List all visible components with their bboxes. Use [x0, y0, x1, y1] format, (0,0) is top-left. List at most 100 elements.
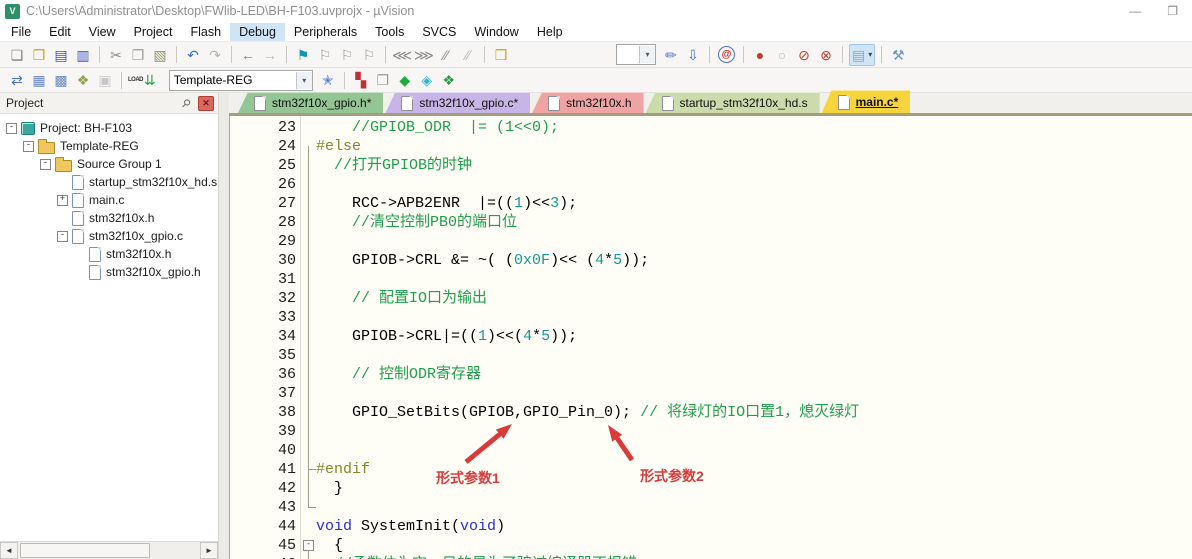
code-line[interactable]: 46 //函数体为空，目的是为了骗过编译器不报错	[230, 555, 1192, 559]
toolbar-separator	[286, 46, 287, 63]
menu-view[interactable]: View	[80, 23, 125, 41]
scrollbar-thumb[interactable]	[20, 543, 150, 558]
tab-startup_stm32f10x_hd-s[interactable]: startup_stm32f10x_hd.s	[645, 92, 820, 113]
menu-edit[interactable]: Edit	[40, 23, 80, 41]
tree-item[interactable]: stm32f10x_gpio.h	[0, 263, 218, 281]
menu-window[interactable]: Window	[465, 23, 527, 41]
configure-tools-icon[interactable]: ⚒	[888, 45, 908, 65]
save-file-icon[interactable]: ▤	[51, 45, 71, 65]
window-views-icon[interactable]: ▤ ▾	[849, 43, 876, 66]
toggle-bookmark-icon[interactable]: ⚑	[293, 45, 313, 65]
undo-icon[interactable]: ↶	[183, 45, 203, 65]
code-editor[interactable]: 23 //GPIOB_ODR |= (1<<0); 24 #else 25 //打开G…	[229, 116, 1192, 559]
tree-item[interactable]: - Template-REG	[0, 137, 218, 155]
next-bookmark-icon[interactable]: ⚐	[337, 45, 357, 65]
manage-functions-icon[interactable]: ◆	[395, 70, 415, 90]
cut-icon[interactable]: ✂	[106, 45, 126, 65]
indent-right-icon[interactable]: ⋙	[414, 45, 434, 65]
restore-button[interactable]: ❐	[1167, 0, 1178, 22]
tree-item-label[interactable]: Source Group 1	[77, 157, 162, 171]
tab-main-c[interactable]: main.c*	[821, 90, 911, 113]
tree-item[interactable]: stm32f10x.h	[0, 245, 218, 263]
tree-item[interactable]: - Source Group 1	[0, 155, 218, 173]
tab-stm32f10x_gpio-h[interactable]: stm32f10x_gpio.h*	[238, 92, 384, 113]
collapse-icon[interactable]: -	[23, 140, 34, 152]
chevron-down-icon[interactable]: ▾	[295, 71, 312, 89]
load-flash-icon[interactable]: LOAD ⇊	[128, 70, 156, 90]
find-icon[interactable]: ⇩	[683, 45, 703, 65]
tab-stm32f10x_gpio-c[interactable]: stm32f10x_gpio.c*	[385, 92, 531, 113]
configure-editor-icon[interactable]: ❒	[491, 45, 511, 65]
clear-bookmarks-icon[interactable]: ⚐	[359, 45, 379, 65]
minimize-button[interactable]: —	[1129, 0, 1141, 22]
tree-item-label[interactable]: Project: BH-F103	[40, 121, 132, 135]
tree-item-label[interactable]: stm32f10x_gpio.c	[89, 229, 183, 243]
rebuild-all-icon[interactable]: ▩	[51, 70, 71, 90]
disable-all-breakpoints-icon[interactable]: ⊘	[794, 45, 814, 65]
redo-icon[interactable]: ↷	[205, 45, 225, 65]
tree-item-label[interactable]: startup_stm32f10x_hd.s	[89, 175, 217, 189]
horizontal-scrollbar[interactable]: ◄ ►	[0, 541, 218, 559]
open-file-icon[interactable]: ❒	[29, 45, 49, 65]
collapse-icon[interactable]: -	[57, 230, 68, 242]
tree-item[interactable]: stm32f10x.h	[0, 209, 218, 227]
save-all-icon[interactable]: ▥	[73, 45, 93, 65]
tree-item-label[interactable]: stm32f10x.h	[106, 247, 171, 261]
menu-flash[interactable]: Flash	[181, 23, 230, 41]
close-icon[interactable]: ✕	[198, 95, 214, 111]
menu-debug[interactable]: Debug	[230, 22, 285, 41]
tree-item-label[interactable]: stm32f10x.h	[89, 211, 154, 225]
chevron-down-icon[interactable]: ▾	[868, 50, 872, 59]
code-line[interactable]: 44 void SystemInit(void)	[230, 517, 1192, 536]
quick-find-combobox[interactable]: ▾	[616, 44, 656, 65]
menu-peripherals[interactable]: Peripherals	[285, 23, 366, 41]
manage-dialogs-icon[interactable]: ❖	[439, 70, 459, 90]
batch-build-icon[interactable]: ❖	[73, 70, 93, 90]
indent-left-icon[interactable]: ⋘	[392, 45, 412, 65]
manage-templates-icon[interactable]: ◈	[417, 70, 437, 90]
options-for-target-icon[interactable]: ✭	[318, 70, 338, 90]
find-in-files-icon[interactable]: ✏	[661, 45, 681, 65]
tab-stm32f10x-h[interactable]: stm32f10x.h	[532, 92, 644, 113]
enable-breakpoint-icon[interactable]: ○	[772, 45, 792, 65]
tree-item[interactable]: + main.c	[0, 191, 218, 209]
collapse-icon[interactable]: -	[40, 158, 51, 170]
panel-splitter[interactable]	[219, 93, 229, 559]
build-target-icon[interactable]: ▦	[29, 70, 49, 90]
stop-build-icon[interactable]: ▣	[95, 70, 115, 90]
menu-tools[interactable]: Tools	[366, 23, 413, 41]
previous-bookmark-icon[interactable]: ⚐	[315, 45, 335, 65]
tree-item-label[interactable]: stm32f10x_gpio.h	[106, 265, 201, 279]
menu-svcs[interactable]: SVCS	[413, 23, 465, 41]
navigate-back-icon[interactable]: ←	[238, 45, 258, 65]
search-at-icon[interactable]: @	[718, 46, 735, 63]
select-target-combobox[interactable]: Template-REG ▾	[168, 69, 313, 91]
menu-file[interactable]: File	[2, 23, 40, 41]
tree-item[interactable]: - stm32f10x_gpio.c	[0, 227, 218, 245]
copy-icon[interactable]: ❐	[128, 45, 148, 65]
chevron-down-icon[interactable]: ▾	[639, 46, 655, 63]
tree-item-label[interactable]: Template-REG	[60, 139, 139, 153]
manage-books-icon[interactable]: ❐	[373, 70, 393, 90]
translate-file-icon[interactable]: ⇄	[7, 70, 27, 90]
manage-components-icon[interactable]: ▚	[351, 70, 371, 90]
kill-all-breakpoints-icon[interactable]: ⊗	[816, 45, 836, 65]
code-line[interactable]: 45 {	[230, 536, 1192, 555]
menu-help[interactable]: Help	[528, 23, 572, 41]
comment-selection-icon[interactable]: ∕∕	[436, 45, 456, 65]
collapse-icon[interactable]: -	[6, 122, 17, 134]
tree-item-label[interactable]: main.c	[89, 193, 124, 207]
paste-icon[interactable]: ▧	[150, 45, 170, 65]
tree-item[interactable]: startup_stm32f10x_hd.s	[0, 173, 218, 191]
tree-item[interactable]: - Project: BH-F103	[0, 119, 218, 137]
insert-breakpoint-icon[interactable]: ●	[750, 45, 770, 65]
navigate-forward-icon[interactable]: →	[260, 45, 280, 65]
new-file-icon[interactable]: ❏	[7, 45, 27, 65]
uncomment-selection-icon[interactable]: ∕∕	[458, 45, 478, 65]
scroll-right-icon[interactable]: ►	[200, 542, 218, 559]
scroll-left-icon[interactable]: ◄	[0, 542, 18, 559]
expand-icon[interactable]: +	[57, 194, 68, 206]
menu-project[interactable]: Project	[125, 23, 182, 41]
toolbar-separator	[842, 46, 843, 63]
scrollbar-track[interactable]	[18, 543, 200, 558]
